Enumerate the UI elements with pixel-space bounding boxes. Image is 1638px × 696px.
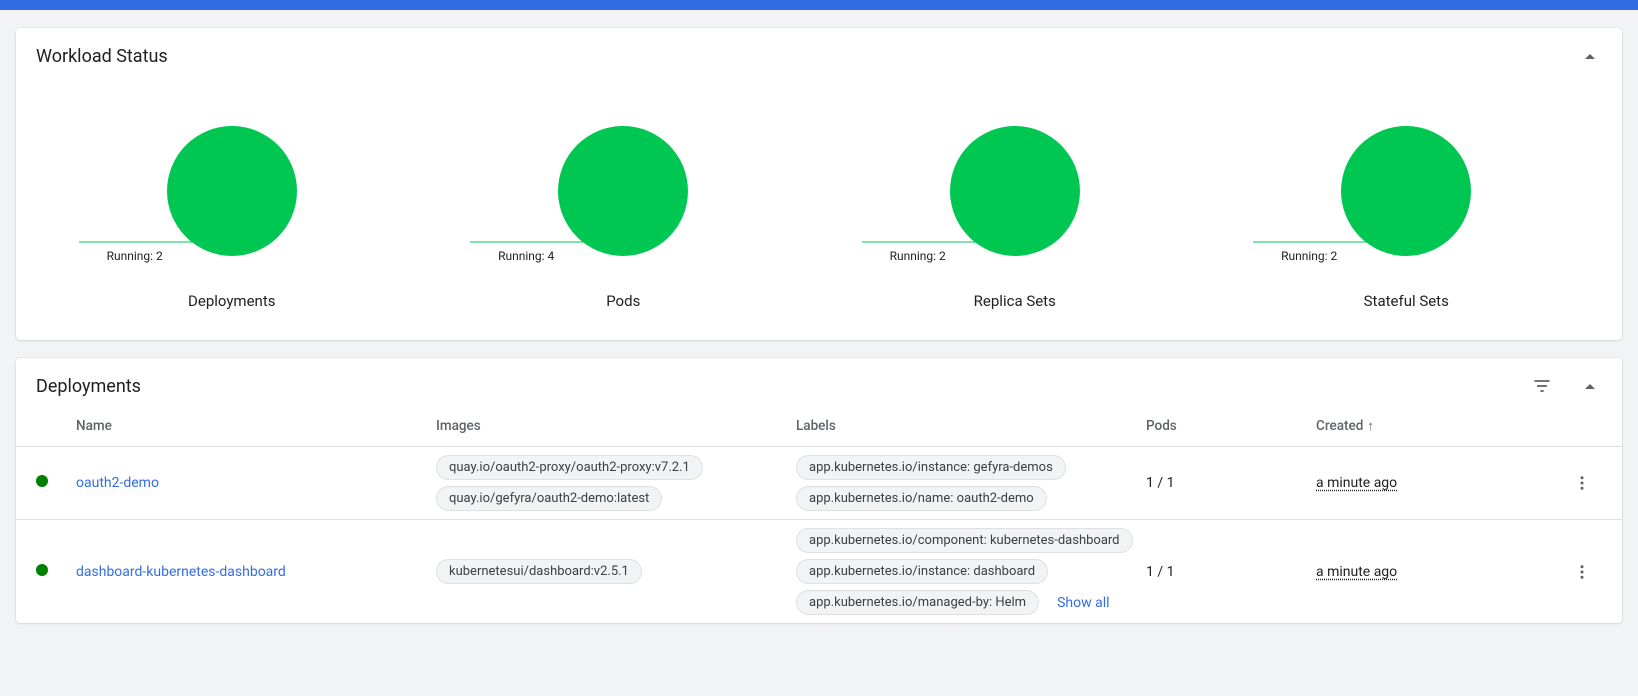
donut-legend-label: Running: 4 bbox=[498, 249, 558, 263]
donut-chart: Running: 2 bbox=[1341, 126, 1471, 256]
donut-chart: Running: 2 bbox=[950, 126, 1080, 256]
pods-count: 1 / 1 bbox=[1146, 564, 1316, 580]
label-chip: app.kubernetes.io/managed-by: Helm bbox=[796, 590, 1039, 615]
status-chart-item: Running: 4 Pods bbox=[428, 126, 820, 310]
workload-status-charts: Running: 2DeploymentsRunning: 4PodsRunni… bbox=[16, 76, 1622, 340]
filter-icon[interactable] bbox=[1530, 374, 1554, 398]
image-chip: kubernetesui/dashboard:v2.5.1 bbox=[436, 559, 642, 584]
deployment-link[interactable]: dashboard-kubernetes-dashboard bbox=[76, 564, 286, 580]
deployments-header: Deployments bbox=[16, 358, 1622, 406]
status-chart-title: Stateful Sets bbox=[1364, 292, 1449, 310]
deployments-table-body: oauth2-demo quay.io/oauth2-proxy/oauth2-p… bbox=[16, 447, 1622, 623]
donut-slice-running bbox=[558, 126, 688, 256]
donut-legend-label: Running: 2 bbox=[107, 249, 167, 263]
status-chart-item: Running: 2 Replica Sets bbox=[819, 126, 1211, 310]
column-pods[interactable]: Pods bbox=[1146, 418, 1316, 434]
column-labels[interactable]: Labels bbox=[796, 418, 1146, 434]
image-chip: quay.io/oauth2-proxy/oauth2-proxy:v7.2.1 bbox=[436, 455, 703, 480]
show-all-labels-button[interactable]: Show all bbox=[1057, 595, 1109, 611]
label-chip: app.kubernetes.io/instance: gefyra-demos bbox=[796, 455, 1066, 480]
deployment-link[interactable]: oauth2-demo bbox=[76, 475, 159, 491]
workload-status-title: Workload Status bbox=[36, 46, 168, 67]
donut-chart: Running: 4 bbox=[558, 126, 688, 256]
row-actions-menu-icon[interactable] bbox=[1570, 471, 1594, 495]
created-timestamp: a minute ago bbox=[1316, 475, 1397, 491]
table-row: oauth2-demo quay.io/oauth2-proxy/oauth2-p… bbox=[16, 447, 1622, 520]
donut-slice-running bbox=[1341, 126, 1471, 256]
donut-legend-label: Running: 2 bbox=[1281, 249, 1341, 263]
pods-count: 1 / 1 bbox=[1146, 475, 1316, 491]
status-running-icon bbox=[36, 564, 48, 576]
image-chip: quay.io/gefyra/oauth2-demo:latest bbox=[436, 486, 662, 511]
table-row: dashboard-kubernetes-dashboard kubernetes… bbox=[16, 520, 1622, 623]
status-chart-title: Replica Sets bbox=[974, 292, 1056, 310]
sort-asc-icon: ↑ bbox=[1367, 419, 1374, 434]
deployments-title: Deployments bbox=[36, 376, 141, 397]
label-chip: app.kubernetes.io/component: kubernetes-… bbox=[796, 528, 1133, 553]
status-chart-title: Deployments bbox=[188, 292, 275, 310]
collapse-icon[interactable] bbox=[1578, 44, 1602, 68]
status-chart-item: Running: 2 Stateful Sets bbox=[1211, 126, 1603, 310]
column-images[interactable]: Images bbox=[436, 418, 796, 434]
donut-slice-running bbox=[950, 126, 1080, 256]
deployments-card: Deployments Name Images Labels Pods Crea… bbox=[16, 358, 1622, 623]
status-running-icon bbox=[36, 475, 48, 487]
deployments-table-header: Name Images Labels Pods Created ↑ bbox=[16, 406, 1622, 447]
label-chip: app.kubernetes.io/instance: dashboard bbox=[796, 559, 1048, 584]
column-created[interactable]: Created ↑ bbox=[1316, 418, 1486, 434]
created-timestamp: a minute ago bbox=[1316, 564, 1397, 580]
status-chart-item: Running: 2 Deployments bbox=[36, 126, 428, 310]
workload-status-header: Workload Status bbox=[16, 28, 1622, 76]
column-name[interactable]: Name bbox=[76, 418, 436, 434]
label-chip: app.kubernetes.io/name: oauth2-demo bbox=[796, 486, 1047, 511]
workload-status-card: Workload Status Running: 2DeploymentsRun… bbox=[16, 28, 1622, 340]
donut-slice-running bbox=[167, 126, 297, 256]
column-created-label: Created bbox=[1316, 418, 1363, 434]
status-chart-title: Pods bbox=[606, 292, 640, 310]
row-actions-menu-icon[interactable] bbox=[1570, 560, 1594, 584]
donut-legend-label: Running: 2 bbox=[890, 249, 950, 263]
top-app-bar bbox=[0, 0, 1638, 10]
donut-chart: Running: 2 bbox=[167, 126, 297, 256]
collapse-icon[interactable] bbox=[1578, 374, 1602, 398]
